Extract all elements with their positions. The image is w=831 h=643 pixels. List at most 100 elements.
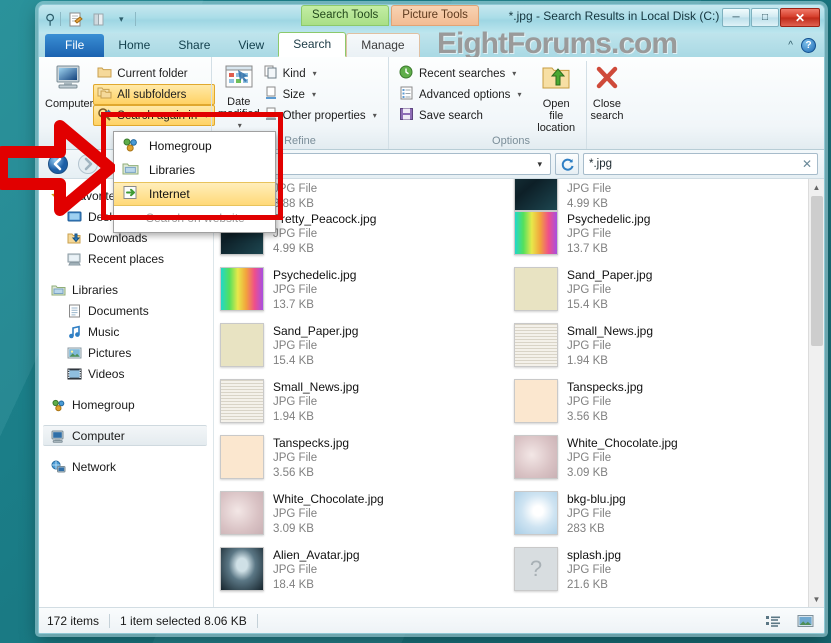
sidebar-item-pictures[interactable]: Pictures	[39, 342, 213, 363]
search-input[interactable]: *.jpg ✕	[583, 153, 818, 175]
other-properties-button[interactable]: Other properties ▾	[260, 105, 384, 126]
minimize-button[interactable]: ─	[722, 8, 750, 27]
new-folder-icon[interactable]	[89, 10, 107, 28]
sidebar-item-network[interactable]: Network	[39, 456, 213, 477]
tab-search[interactable]: Search	[278, 32, 347, 57]
list-item[interactable]: Small_News.jpg JPG File 1.94 KB	[514, 321, 799, 377]
search-again-in-menu[interactable]: Homegroup Libraries Internet Search on w…	[113, 131, 276, 233]
kind-icon	[264, 65, 278, 82]
menu-item-homegroup[interactable]: Homegroup	[114, 134, 275, 158]
file-thumbnail	[220, 435, 264, 479]
list-item[interactable]: JPG File 4.99 KB	[514, 179, 799, 211]
list-item[interactable]: Sand_Paper.jpg JPG File 15.4 KB	[220, 321, 505, 377]
contextual-tabs: Search Tools Picture Tools	[301, 5, 479, 26]
chevron-down-icon[interactable]: ▾	[517, 90, 521, 99]
computer-icon	[53, 64, 85, 95]
file-size: 4.99 KB	[567, 198, 608, 210]
tab-manage[interactable]: Manage	[346, 33, 420, 57]
list-item[interactable]: ? splash.jpg JPG File 21.6 KB	[514, 545, 799, 601]
menu-item-libraries[interactable]: Libraries	[114, 158, 275, 182]
list-item[interactable]: Psychedelic.jpg JPG File 13.7 KB	[220, 265, 505, 321]
ctx-tab-picture-tools[interactable]: Picture Tools	[391, 5, 479, 26]
sidebar-item-documents[interactable]: Documents	[39, 300, 213, 321]
advanced-options-icon	[399, 86, 414, 103]
list-item[interactable]: Small_News.jpg JPG File 1.94 KB	[220, 377, 505, 433]
details-view-button[interactable]	[762, 611, 784, 631]
list-item[interactable]: Alien_Avatar.jpg JPG File 18.4 KB	[220, 545, 505, 601]
scrollbar-thumb[interactable]	[811, 196, 823, 346]
collapse-ribbon-icon[interactable]: ^	[788, 40, 793, 51]
sidebar-item-libraries[interactable]: Libraries	[39, 279, 213, 300]
file-name: bkg-blu.jpg	[567, 492, 626, 506]
kind-label: Kind	[282, 67, 306, 80]
sidebar-item-videos[interactable]: Videos	[39, 363, 213, 384]
list-item[interactable]: White_Chocolate.jpg JPG File 3.09 KB	[220, 489, 505, 545]
sidebar-item-music[interactable]: Music	[39, 321, 213, 342]
list-item[interactable]: Tanspecks.jpg JPG File 3.56 KB	[514, 377, 799, 433]
file-meta: Small_News.jpg JPG File 1.94 KB	[273, 379, 359, 425]
close-button[interactable]: ✕	[780, 8, 820, 27]
status-bar: 172 items 1 item selected 8.06 KB	[39, 607, 824, 633]
sidebar-item-recent-places[interactable]: Recent places	[39, 248, 213, 269]
open-file-location-line2: location	[537, 122, 576, 134]
list-item[interactable]: Sand_Paper.jpg JPG File 15.4 KB	[514, 265, 799, 321]
file-type: JPG File	[273, 564, 318, 576]
file-name: Tanspecks.jpg	[567, 380, 644, 394]
subfolders-icon	[97, 86, 112, 103]
tab-file[interactable]: File	[45, 34, 105, 57]
refresh-button[interactable]	[555, 153, 579, 175]
sidebar-item-homegroup[interactable]: Homegroup	[39, 394, 213, 415]
sidebar-item-computer[interactable]: Computer	[43, 425, 207, 446]
file-name: Small_News.jpg	[273, 380, 360, 394]
kind-button[interactable]: Kind ▾	[260, 63, 384, 84]
divider	[256, 613, 258, 628]
size-button[interactable]: Size ▾	[260, 84, 384, 105]
search-icon[interactable]: ⚲	[45, 11, 55, 28]
chevron-down-icon[interactable]: ▾	[312, 90, 316, 99]
tab-view[interactable]: View	[224, 34, 278, 57]
save-search-button[interactable]: Save search	[395, 105, 528, 126]
sidebar-item-label: Documents	[88, 303, 149, 318]
large-icons-view-button[interactable]	[794, 611, 816, 631]
properties-icon[interactable]	[66, 10, 84, 28]
recent-searches-button[interactable]: Recent searches ▾	[395, 63, 528, 84]
chevron-down-icon[interactable]: ▾	[533, 159, 546, 170]
chevron-down-icon[interactable]: ▾	[373, 111, 377, 120]
chevron-down-icon[interactable]: ▾	[112, 10, 130, 28]
list-item[interactable]: Psychedelic.jpg JPG File 13.7 KB	[514, 209, 799, 265]
documents-icon	[69, 304, 80, 317]
file-type: JPG File	[273, 340, 318, 352]
scroll-down-icon[interactable]: ▼	[813, 591, 821, 607]
list-item[interactable]: Tanspecks.jpg JPG File 3.56 KB	[220, 433, 505, 489]
tab-share[interactable]: Share	[164, 34, 224, 57]
clear-search-icon[interactable]: ✕	[802, 157, 812, 171]
file-type: JPG File	[567, 508, 612, 520]
ctx-tab-search-tools[interactable]: Search Tools	[301, 5, 390, 26]
vertical-scrollbar[interactable]: ▲ ▼	[808, 179, 824, 607]
videos-icon	[67, 368, 82, 379]
file-size: 15.4 KB	[273, 355, 314, 367]
quick-access-toolbar[interactable]: ⚲ ▾	[39, 5, 137, 33]
scroll-up-icon[interactable]: ▲	[813, 179, 821, 195]
current-folder-button[interactable]: Current folder	[93, 63, 215, 84]
folder-icon	[97, 65, 112, 82]
content-area: Favorites Desktop Downloads Recent place…	[39, 179, 824, 607]
chevron-down-icon[interactable]: ▾	[313, 69, 317, 78]
file-meta: Alien_Avatar.jpg JPG File 18.4 KB	[273, 547, 360, 593]
tab-home[interactable]: Home	[104, 34, 164, 57]
close-search-line2: search	[590, 110, 624, 122]
file-meta: JPG File 3.88 KB	[273, 179, 317, 212]
file-list[interactable]: JPG File 3.88 KB Pretty_Peacock.jpg JPG …	[214, 179, 824, 607]
computer-scope-label: Computer	[45, 98, 94, 110]
other-properties-label: Other properties	[282, 109, 366, 122]
list-item[interactable]: White_Chocolate.jpg JPG File 3.09 KB	[514, 433, 799, 489]
chevron-down-icon[interactable]: ▾	[204, 111, 208, 120]
menu-item-internet[interactable]: Internet	[114, 182, 275, 206]
maximize-button[interactable]: □	[751, 8, 779, 27]
list-item[interactable]: bkg-blu.jpg JPG File 283 KB	[514, 489, 799, 545]
advanced-options-button[interactable]: Advanced options ▾	[395, 84, 528, 105]
help-icon[interactable]: ?	[801, 38, 816, 53]
file-name: White_Chocolate.jpg	[567, 436, 678, 450]
all-subfolders-button[interactable]: All subfolders	[93, 84, 216, 105]
chevron-down-icon[interactable]: ▾	[512, 69, 516, 78]
